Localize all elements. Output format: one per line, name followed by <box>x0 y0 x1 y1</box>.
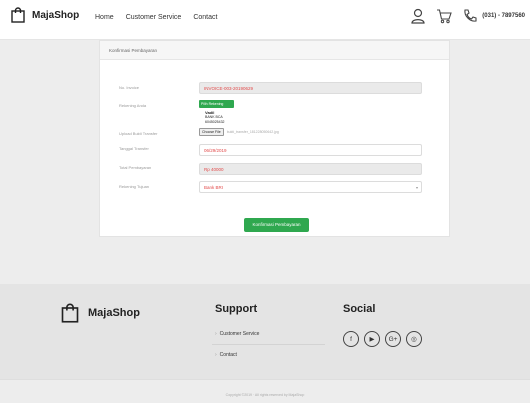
rekening-tujuan-select[interactable]: Bank BRI ▾ <box>199 181 422 193</box>
tanggal-field[interactable]: 06/29/2019 <box>199 144 422 156</box>
facebook-icon[interactable]: f <box>343 331 359 347</box>
footer-logo-text: MajaShop <box>88 307 140 319</box>
total-field: Rp 40000 <box>199 163 422 175</box>
cart-icon[interactable] <box>436 8 453 24</box>
nav-home[interactable]: Home <box>95 14 114 21</box>
pilih-rekening-button[interactable]: Pilih Rekening <box>199 100 234 108</box>
chevron-right-icon: › <box>215 352 217 358</box>
support-heading: Support <box>215 303 258 315</box>
rekening-number: 6045025432 <box>205 120 225 124</box>
total-label: Total Pembayaran <box>119 165 152 170</box>
rekening-tujuan-value: Bank BRI <box>204 185 224 190</box>
tujuan-label: Rekening Tujuan <box>119 184 150 189</box>
chevron-down-icon: ▾ <box>415 185 418 190</box>
google-plus-icon[interactable]: G+ <box>385 331 401 347</box>
invoice-label: No. Invoice <box>119 85 140 90</box>
phone-number: (031) - 7897560 <box>482 13 525 19</box>
social-heading: Social <box>343 303 376 315</box>
uploaded-filename: bukti_transfer_181228050642.jpg <box>226 130 279 134</box>
card-title: Konfirmasi Pembayaran <box>100 41 449 60</box>
nav-customer-service[interactable]: Customer Service <box>126 14 182 21</box>
main-nav: Home Customer Service Contact <box>95 14 217 21</box>
top-navbar: MajaShop Home Customer Service Contact (… <box>0 0 530 40</box>
support-link-label: Contact <box>219 352 237 358</box>
invoice-field: INVOICE-003-20190629 <box>199 82 422 94</box>
support-link-label: Customer Service <box>219 331 260 337</box>
tanggal-label: Tanggal Transfer <box>119 146 149 151</box>
logo-text: MajaShop <box>32 9 80 21</box>
payment-confirmation-card: Konfirmasi Pembayaran No. Invoice INVOIC… <box>99 40 450 237</box>
shopping-bag-icon <box>61 303 79 323</box>
social-icons: f ▶ G+ ◎ <box>343 331 422 347</box>
upload-control: Choose File bukti_transfer_181228050642.… <box>199 128 279 136</box>
divider <box>212 344 325 345</box>
copyright-text: Copyright ©2019 · All rights reserved by… <box>225 393 305 397</box>
phone-icon[interactable] <box>462 8 478 24</box>
site-logo[interactable]: MajaShop <box>10 7 79 23</box>
konfirmasi-pembayaran-button[interactable]: Konfirmasi Pembayaran <box>244 218 309 232</box>
copyright-bar: Copyright ©2019 · All rights reserved by… <box>0 379 530 403</box>
shopping-bag-icon <box>11 7 25 23</box>
support-link-customer-service[interactable]: › Customer Service <box>215 331 259 337</box>
choose-file-button[interactable]: Choose File <box>199 128 224 136</box>
user-icon[interactable] <box>410 8 426 24</box>
instagram-icon[interactable]: ◎ <box>406 331 422 347</box>
youtube-icon[interactable]: ▶ <box>364 331 380 347</box>
rekening-info: Vadil BANK BCA 6045025432 <box>205 110 224 125</box>
footer: MajaShop Support › Customer Service › Cont… <box>0 284 530 379</box>
header-icons: (031) - 7897560 <box>410 8 525 24</box>
support-link-contact[interactable]: › Contact <box>215 352 237 358</box>
upload-label: Upload Bukti Transfer <box>119 131 158 136</box>
rekening-anda-label: Rekening Anda <box>119 103 147 108</box>
nav-contact[interactable]: Contact <box>193 14 217 21</box>
chevron-right-icon: › <box>215 331 217 337</box>
footer-logo[interactable]: MajaShop <box>60 303 140 323</box>
